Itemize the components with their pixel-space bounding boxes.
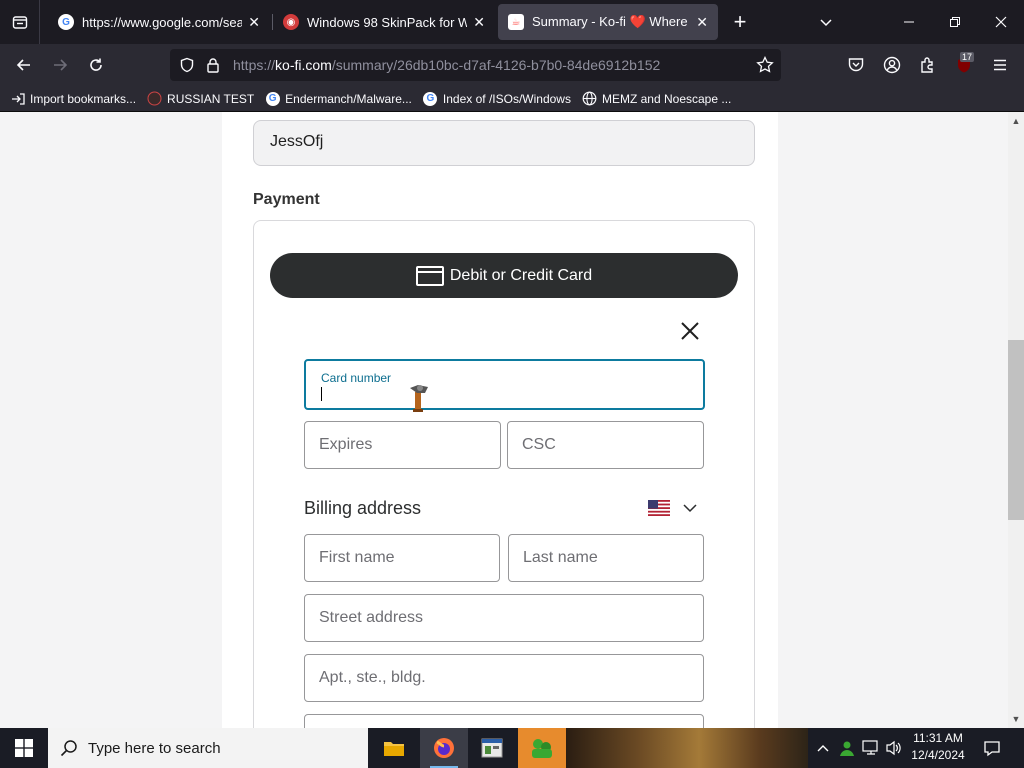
apt-input[interactable]: Apt., ste., bldg. xyxy=(304,654,704,702)
tab-skinpack[interactable]: ◉ Windows 98 SkinPack for Win10 ✕ xyxy=(273,4,495,40)
volume-icon[interactable] xyxy=(883,728,905,768)
credit-card-icon xyxy=(415,265,444,286)
city-input[interactable] xyxy=(304,714,704,728)
import-icon xyxy=(10,91,25,106)
card-button-label: Debit or Credit Card xyxy=(449,266,593,284)
bookmarks-toolbar: Import bookmarks... RUSSIAN TEST G Ender… xyxy=(0,86,1024,112)
bookmark-item[interactable]: MEMZ and Noescape ... xyxy=(582,91,731,106)
extensions-icon[interactable] xyxy=(912,49,944,81)
billing-address-heading: Billing address xyxy=(304,498,422,518)
taskbar-wallpaper xyxy=(566,728,808,768)
forward-icon[interactable] xyxy=(44,49,76,81)
google-icon: G xyxy=(423,91,438,106)
expires-input[interactable]: Expires xyxy=(304,421,501,469)
bookmark-label: MEMZ and Noescape ... xyxy=(601,91,732,106)
bookmark-label: Endermanch/Malware... xyxy=(285,91,412,106)
ublock-icon[interactable]: 17 xyxy=(948,49,980,81)
window-app-icon[interactable] xyxy=(468,728,516,768)
close-tab-icon[interactable]: ✕ xyxy=(696,14,708,31)
tab-title: https://www.google.com/search xyxy=(82,14,243,30)
bookmark-label: Index of /ISOs/Windows xyxy=(442,91,571,106)
windows-start-icon[interactable] xyxy=(0,728,48,768)
tab-title: Summary - Ko-fi ❤️ Where crea xyxy=(532,14,690,29)
first-name-input[interactable]: First name xyxy=(304,534,500,582)
cursor-mascot-icon xyxy=(406,382,432,412)
bookmark-item[interactable]: G Index of /ISOs/Windows xyxy=(423,91,571,106)
name-field[interactable]: JessOfj xyxy=(253,120,755,166)
debit-credit-card-button[interactable]: Debit or Credit Card xyxy=(270,253,738,298)
scrollbar-thumb[interactable] xyxy=(1008,340,1024,520)
taskbar-search-placeholder: Type here to search xyxy=(88,739,221,757)
scroll-down-icon[interactable]: ▼ xyxy=(1008,712,1024,726)
bookmark-label: RUSSIAN TEST xyxy=(167,91,255,106)
clock-date: 12/4/2024 xyxy=(911,748,965,762)
bookmark-item[interactable]: Import bookmarks... xyxy=(10,91,136,106)
account-icon[interactable] xyxy=(876,49,908,81)
close-window-icon[interactable] xyxy=(978,0,1024,44)
people-icon[interactable] xyxy=(836,728,858,768)
bookmark-item[interactable]: G Endermanch/Malware... xyxy=(265,91,412,106)
menu-icon[interactable] xyxy=(984,49,1016,81)
new-tab-icon[interactable]: + xyxy=(726,8,754,36)
chat-app-icon[interactable] xyxy=(518,728,566,768)
network-icon[interactable] xyxy=(860,728,882,768)
extension-badge: 17 xyxy=(960,52,975,62)
google-icon: G xyxy=(265,91,280,106)
tab-google[interactable]: G https://www.google.com/search ✕ xyxy=(48,4,270,40)
system-clock[interactable]: 11:31 AM 12/4/2024 xyxy=(905,730,971,766)
restore-icon[interactable] xyxy=(932,0,978,44)
url-prefix: https:// xyxy=(233,57,276,73)
us-flag-icon[interactable] xyxy=(648,500,670,516)
url-path: /summary/26db10bc-d7af-4126-b7b0-84de691… xyxy=(331,57,661,73)
scroll-up-icon[interactable]: ▲ xyxy=(1008,114,1024,128)
file-explorer-icon[interactable] xyxy=(370,728,418,768)
bookmark-star-icon[interactable] xyxy=(756,55,774,79)
nav-bar: https://ko-fi.com/summary/26db10bc-d7af-… xyxy=(0,44,1024,86)
chevron-down-icon[interactable] xyxy=(812,8,840,36)
kofi-icon: ☕ xyxy=(508,14,524,30)
google-icon: G xyxy=(58,14,74,30)
close-tab-icon[interactable]: ✕ xyxy=(473,14,485,31)
russian-icon xyxy=(147,91,162,106)
search-icon xyxy=(60,739,78,757)
url-domain: ko-fi.com xyxy=(275,57,332,73)
street-address-input[interactable]: Street address xyxy=(304,594,704,642)
minimize-icon[interactable] xyxy=(886,0,932,44)
firefox-icon[interactable] xyxy=(420,728,468,768)
csc-input[interactable]: CSC xyxy=(507,421,704,469)
pocket-icon[interactable] xyxy=(840,49,872,81)
close-tab-icon[interactable]: ✕ xyxy=(248,14,260,31)
url-bar[interactable]: https://ko-fi.com/summary/26db10bc-d7af-… xyxy=(170,49,781,81)
clock-time: 11:31 AM xyxy=(913,731,963,745)
page-content: JessOfj Payment Debit or Credit Card Car… xyxy=(0,112,1008,728)
lock-icon[interactable] xyxy=(206,57,220,78)
taskbar-search[interactable]: Type here to search xyxy=(48,728,368,768)
bookmark-label: Import bookmarks... xyxy=(30,91,137,106)
show-hidden-icons-icon[interactable] xyxy=(814,728,832,768)
card-number-label: Card number xyxy=(321,371,392,385)
close-icon[interactable] xyxy=(678,319,702,343)
tab-list-icon[interactable] xyxy=(0,0,40,44)
payment-heading: Payment xyxy=(253,191,320,208)
globe-icon xyxy=(582,91,597,106)
last-name-input[interactable]: Last name xyxy=(508,534,704,582)
text-caret xyxy=(321,387,322,401)
bookmark-item[interactable]: RUSSIAN TEST xyxy=(147,91,254,106)
skinpack-icon: ◉ xyxy=(283,14,299,30)
summary-panel: JessOfj Payment Debit or Credit Card Car… xyxy=(222,112,778,728)
back-icon[interactable] xyxy=(8,49,40,81)
card-number-input[interactable]: Card number xyxy=(304,359,705,410)
url-text[interactable]: https://ko-fi.com/summary/26db10bc-d7af-… xyxy=(233,57,660,73)
notifications-icon[interactable] xyxy=(980,728,1004,768)
payment-box: Debit or Credit Card Card number Expires… xyxy=(253,220,755,728)
chevron-down-icon[interactable] xyxy=(682,501,698,515)
tab-title: Windows 98 SkinPack for Win10 xyxy=(307,14,468,30)
tab-kofi[interactable]: ☕ Summary - Ko-fi ❤️ Where crea ✕ xyxy=(498,4,718,40)
reload-icon[interactable] xyxy=(80,49,112,81)
shield-icon[interactable] xyxy=(179,57,195,78)
